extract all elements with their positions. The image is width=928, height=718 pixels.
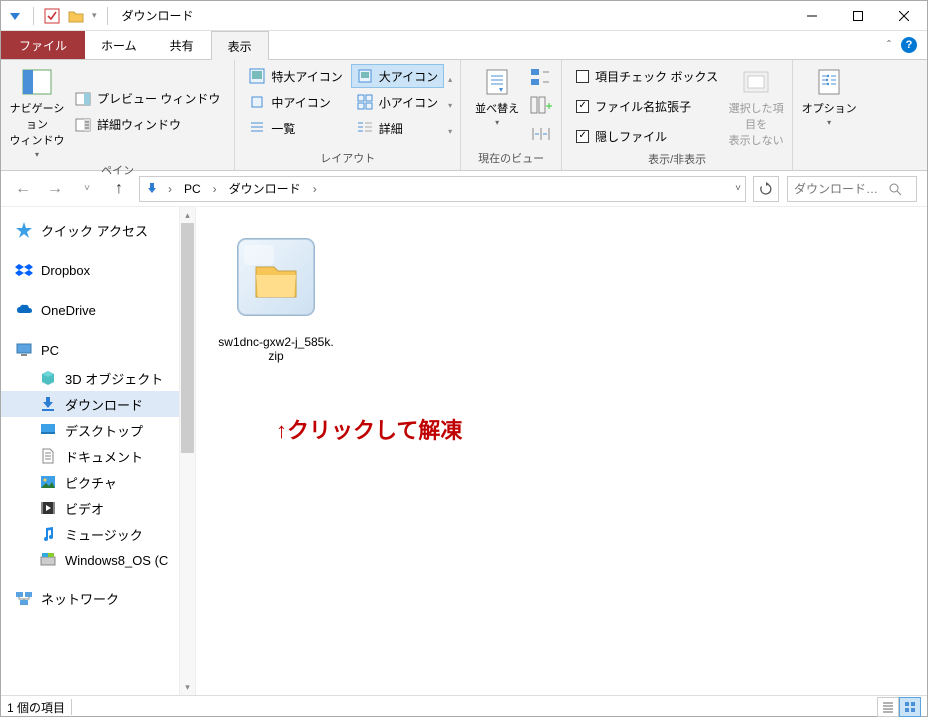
scroll-up-icon[interactable]: ▴ [180,207,195,223]
ribbon-group-pane: ナビゲーション ウィンドウ ▾ プレビュー ウィンドウ 詳細ウィンドウ ペイン [1,60,235,170]
refresh-button[interactable] [753,176,779,202]
file-name-label: sw1dnc-gxw2-j_585k.zip [216,335,336,363]
maximize-button[interactable] [835,1,881,31]
scroll-down-icon[interactable]: ▾ [180,679,195,695]
downloads-folder-icon [144,181,160,197]
tab-file[interactable]: ファイル [1,31,85,59]
search-icon[interactable] [888,182,902,196]
down-arrow-icon[interactable] [7,8,23,24]
tree-videos[interactable]: ビデオ [1,495,179,521]
icons-view-toggle[interactable] [899,697,921,717]
tree-onedrive[interactable]: OneDrive [1,295,179,325]
minimize-button[interactable] [789,1,835,31]
recent-dropdown[interactable]: ˅ [75,177,99,201]
layout-m-icons[interactable]: 中アイコン [243,90,348,114]
details-pane-button[interactable]: 詳細ウィンドウ [69,113,226,137]
address-dropdown-icon[interactable]: ˅ [735,183,741,194]
item-count-label: 1 個の項目 [7,699,65,716]
tree-3d-objects[interactable]: 3D オブジェクト [1,365,179,391]
tree-documents[interactable]: ドキュメント [1,443,179,469]
item-checkboxes-toggle[interactable]: 項目チェック ボックス [570,64,724,88]
folder-qat-icon[interactable] [68,8,84,24]
layout-more-icon[interactable]: ▾ [448,127,452,136]
layout-xl-icons[interactable]: 特大アイコン [243,64,348,88]
layout-l-icons[interactable]: 大アイコン [351,64,444,88]
layout-details[interactable]: 詳細 [351,116,444,140]
tree-downloads[interactable]: ダウンロード [1,391,179,417]
zip-file-icon [226,227,326,327]
search-box[interactable] [787,176,917,202]
tree-music[interactable]: ミュージック [1,521,179,547]
crumb-downloads-caret[interactable]: › [309,182,321,196]
layout-scroll-down-icon[interactable]: ▾ [448,101,452,110]
navigation-pane-button[interactable]: ナビゲーション ウィンドウ ▾ [9,64,65,159]
crumb-pc[interactable]: PC [180,182,205,196]
hide-selected-button[interactable]: 選択した項目を 表示しない [728,64,784,148]
up-button[interactable]: ↑ [107,177,131,201]
size-columns-button[interactable] [529,124,553,144]
ribbon-group-showhide-label: 表示/非表示 [570,148,784,171]
crumb-pc-caret[interactable]: › [209,182,221,196]
tree-os-drive[interactable]: Windows8_OS (C [1,547,179,573]
preview-pane-button[interactable]: プレビュー ウィンドウ [69,87,226,111]
layout-list[interactable]: 一覧 [243,116,348,140]
tree-desktop[interactable]: デスクトップ [1,417,179,443]
file-item-zip[interactable]: sw1dnc-gxw2-j_585k.zip [216,227,336,363]
window-title: ダウンロード [122,7,194,24]
tree-scrollbar[interactable]: ▴ ▾ [179,207,195,695]
hidden-items-toggle[interactable]: 隠しファイル [570,124,724,148]
breadcrumb[interactable]: › PC › ダウンロード › ˅ [139,176,746,202]
tree-quick-access[interactable]: クイック アクセス [1,215,179,245]
crumb-downloads[interactable]: ダウンロード [225,180,305,197]
instruction-annotation: ↑クリックして解凍 [276,413,907,445]
status-bar: 1 個の項目 [1,695,927,718]
ribbon-caret-icon[interactable]: ˆ [887,38,891,52]
address-bar-row: ← → ˅ ↑ › PC › ダウンロード › ˅ [1,171,927,207]
quick-access-toolbar: ▾ [1,7,116,25]
tree-pc[interactable]: PC [1,335,179,365]
explorer-body: クイック アクセス Dropbox OneDrive PC 3D オブジェクト [1,207,927,695]
ribbon-group-options: オプション ▾ [793,60,865,170]
title-bar: ▾ ダウンロード [1,1,927,31]
close-button[interactable] [881,1,927,31]
scroll-thumb[interactable] [181,223,194,453]
ribbon-group-layout-label: レイアウト [243,147,452,170]
tree-dropbox[interactable]: Dropbox [1,255,179,285]
crumb-root-caret[interactable]: › [164,182,176,196]
ribbon-group-showhide: 項目チェック ボックス ファイル名拡張子 隠しファイル 選択した項目を 表示しな… [562,60,793,170]
ribbon-group-current-label: 現在のビュー [469,147,553,170]
ribbon: ナビゲーション ウィンドウ ▾ プレビュー ウィンドウ 詳細ウィンドウ ペイン … [1,59,927,171]
ribbon-group-layout: 特大アイコン 大アイコン 中アイコン 小アイコン 一覧 詳細 ▴ ▾ ▾ レイア… [235,60,461,170]
search-input[interactable] [794,182,884,196]
group-by-button[interactable] [529,67,553,87]
qat-dropdown-icon[interactable]: ▾ [92,10,97,21]
sort-button[interactable]: 並べ替え ▾ [469,64,525,147]
ribbon-tabs: ファイル ホーム 共有 表示 ˆ ? [1,31,927,59]
navigation-tree-pane: クイック アクセス Dropbox OneDrive PC 3D オブジェクト [1,207,196,695]
options-button[interactable]: オプション ▾ [801,64,857,151]
back-button[interactable]: ← [11,177,35,201]
tree-pictures[interactable]: ピクチャ [1,469,179,495]
forward-button[interactable]: → [43,177,67,201]
tab-share[interactable]: 共有 [154,31,211,59]
tree-network[interactable]: ネットワーク [1,583,179,613]
layout-s-icons[interactable]: 小アイコン [351,90,444,114]
file-extensions-toggle[interactable]: ファイル名拡張子 [570,94,724,118]
details-view-toggle[interactable] [877,697,899,717]
layout-scroll-up-icon[interactable]: ▴ [448,75,452,84]
tab-view[interactable]: 表示 [211,31,269,60]
properties-qat-icon[interactable] [44,8,60,24]
add-columns-button[interactable] [529,95,553,115]
tab-home[interactable]: ホーム [85,31,154,59]
help-icon[interactable]: ? [901,37,917,53]
file-list-pane[interactable]: sw1dnc-gxw2-j_585k.zip ↑クリックして解凍 [196,207,927,695]
ribbon-group-current-view: 並べ替え ▾ 現在のビュー [461,60,562,170]
